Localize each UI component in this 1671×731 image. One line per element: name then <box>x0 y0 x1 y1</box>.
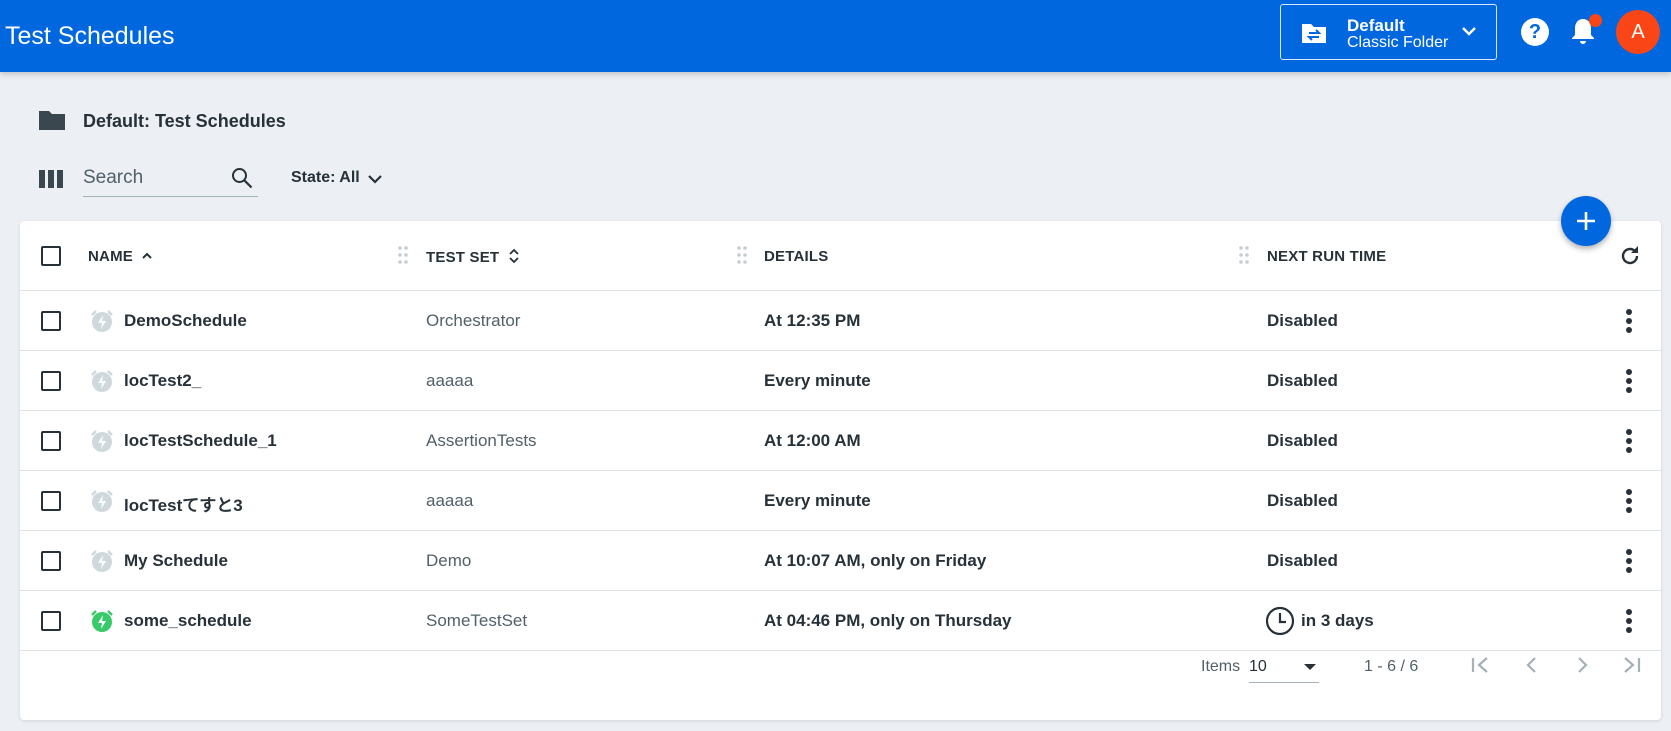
previous-page-icon[interactable] <box>1520 653 1544 677</box>
row-checkbox[interactable] <box>41 611 61 631</box>
schedule-details: At 12:35 PM <box>764 311 861 330</box>
column-resize-handle[interactable] <box>1238 245 1250 265</box>
next-run-time-text: in 3 days <box>1301 611 1374 630</box>
schedule-details: At 12:00 AM <box>764 431 861 450</box>
folder-selector-button[interactable]: Default Classic Folder <box>1280 4 1497 60</box>
refresh-icon[interactable] <box>1618 244 1642 268</box>
column-header-name[interactable]: NAME <box>88 248 153 265</box>
select-all-checkbox[interactable] <box>41 246 61 266</box>
test-set: Orchestrator <box>426 311 521 330</box>
more-actions-icon[interactable] <box>1625 488 1633 514</box>
last-page-icon[interactable] <box>1619 653 1643 677</box>
schedule-alarm-icon <box>91 430 113 452</box>
schedule-name[interactable]: locTest2_ <box>124 371 201 391</box>
schedule-name[interactable]: locTestてすと3 <box>124 491 243 516</box>
folder-type: Classic Folder <box>1347 34 1449 51</box>
state-filter-dropdown[interactable]: State: All <box>291 169 382 187</box>
table-row[interactable]: My Schedule Demo At 10:07 AM, only on Fr… <box>20 531 1661 591</box>
row-checkbox[interactable] <box>41 311 61 331</box>
chevron-down-icon <box>368 175 382 184</box>
column-header-test-set[interactable]: TEST SET <box>426 248 520 266</box>
schedule-details: At 04:46 PM, only on Thursday <box>764 611 1012 630</box>
schedule-details: At 10:07 AM, only on Friday <box>764 551 987 570</box>
chevron-down-icon <box>1462 27 1476 36</box>
next-run-time: Disabled <box>1267 491 1338 510</box>
column-resize-handle[interactable] <box>736 245 748 265</box>
page-size-value: 10 <box>1249 658 1267 675</box>
schedule-name[interactable]: some_schedule <box>124 611 252 631</box>
column-header-details[interactable]: DETAILS <box>764 248 828 265</box>
row-checkbox[interactable] <box>41 491 61 511</box>
table-row[interactable]: locTest2_ aaaaa Every minute Disabled <box>20 351 1661 411</box>
schedule-alarm-icon <box>91 370 113 392</box>
dropdown-arrow-icon <box>1304 664 1316 670</box>
test-set: aaaaa <box>426 371 474 390</box>
folder-icon <box>39 111 65 130</box>
table-row[interactable]: DemoSchedule Orchestrator At 12:35 PM Di… <box>20 291 1661 351</box>
search-field <box>83 163 258 197</box>
breadcrumb: Default: Test Schedules <box>83 111 286 131</box>
page-size-select[interactable]: 10 <box>1249 651 1319 683</box>
items-per-page-label: Items <box>1201 658 1241 675</box>
more-actions-icon[interactable] <box>1625 308 1633 334</box>
test-set: AssertionTests <box>426 431 537 450</box>
schedule-alarm-icon <box>91 550 113 572</box>
top-bar: Test Schedules Default Classic Folder ? … <box>0 0 1671 72</box>
state-filter-label: State: All <box>291 169 360 186</box>
row-checkbox[interactable] <box>41 551 61 571</box>
schedule-alarm-icon <box>91 310 113 332</box>
next-run-time: Disabled <box>1267 431 1338 450</box>
more-actions-icon[interactable] <box>1625 368 1633 394</box>
schedules-table: NAME TEST SET DETAILS NEXT RUN TIME Demo… <box>20 221 1661 720</box>
paginator: Items 10 1 - 6 / 6 <box>20 631 1661 701</box>
more-actions-icon[interactable] <box>1625 548 1633 574</box>
app-title: Test Schedules <box>5 22 175 50</box>
next-run-time: Disabled <box>1267 311 1338 330</box>
add-schedule-button[interactable] <box>1561 196 1611 246</box>
schedule-name[interactable]: locTestSchedule_1 <box>124 431 277 451</box>
schedule-name[interactable]: My Schedule <box>124 551 228 571</box>
row-checkbox[interactable] <box>41 431 61 451</box>
notification-badge <box>1589 14 1602 27</box>
column-header-next-run-time[interactable]: NEXT RUN TIME <box>1267 248 1386 265</box>
user-avatar[interactable]: A <box>1616 10 1660 54</box>
next-page-icon[interactable] <box>1570 653 1594 677</box>
schedule-details: Every minute <box>764 371 871 390</box>
column-resize-handle[interactable] <box>397 245 409 265</box>
page-range: 1 - 6 / 6 <box>1364 658 1419 675</box>
table-row[interactable]: locTestてすと3 aaaaa Every minute Disabled <box>20 471 1661 531</box>
folder-name: Default <box>1347 16 1405 35</box>
help-icon[interactable]: ? <box>1521 18 1549 46</box>
next-run-time: Disabled <box>1267 371 1338 390</box>
folder-switch-icon <box>1302 24 1326 43</box>
test-set: SomeTestSet <box>426 611 528 630</box>
plus-icon <box>1577 212 1595 230</box>
test-set: aaaaa <box>426 491 474 510</box>
table-header-row: NAME TEST SET DETAILS NEXT RUN TIME <box>20 221 1661 291</box>
table-row[interactable]: locTestSchedule_1 AssertionTests At 12:0… <box>20 411 1661 471</box>
row-checkbox[interactable] <box>41 371 61 391</box>
schedule-alarm-icon <box>91 490 113 512</box>
schedule-alarm-enabled-icon <box>91 610 113 632</box>
schedule-name[interactable]: DemoSchedule <box>124 311 247 331</box>
sort-icon <box>509 248 519 264</box>
test-set: Demo <box>426 551 472 570</box>
search-icon[interactable] <box>231 167 253 189</box>
next-run-time: Disabled <box>1267 551 1338 570</box>
schedule-details: Every minute <box>764 491 871 510</box>
sort-ascending-icon <box>142 252 153 259</box>
column-chooser-icon[interactable] <box>39 170 63 188</box>
search-input[interactable] <box>83 163 223 193</box>
first-page-icon[interactable] <box>1469 653 1493 677</box>
more-actions-icon[interactable] <box>1625 428 1633 454</box>
